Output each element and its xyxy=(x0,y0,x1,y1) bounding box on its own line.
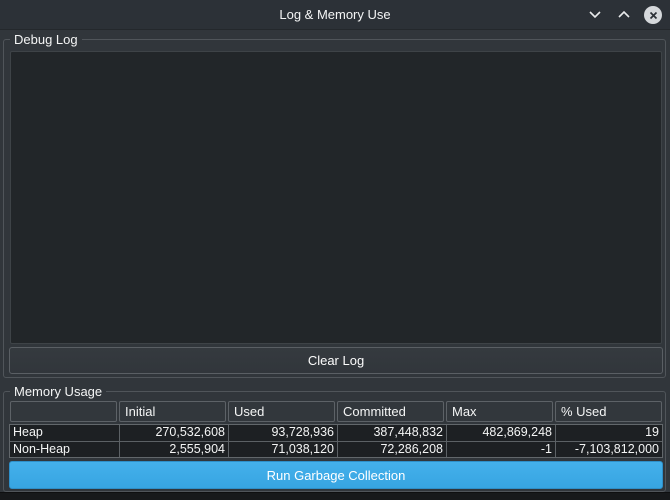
cell-nonheap-used[interactable]: 71,038,120 xyxy=(228,442,337,457)
table-row-nonheap[interactable]: Non-Heap 2,555,904 71,038,120 72,286,208… xyxy=(10,441,662,457)
cell-nonheap-max[interactable]: -1 xyxy=(446,442,555,457)
header-cell-committed[interactable]: Committed xyxy=(336,400,445,424)
cell-heap-max[interactable]: 482,869,248 xyxy=(446,425,555,441)
memory-usage-group: Memory Usage Initial Used Committed Max … xyxy=(3,384,666,492)
cell-nonheap-name[interactable]: Non-Heap xyxy=(10,442,119,457)
memory-usage-group-label: Memory Usage xyxy=(10,384,107,400)
debug-log-group: Debug Log Clear Log xyxy=(3,32,666,378)
header-cell-blank[interactable] xyxy=(9,400,118,424)
chevron-up-icon xyxy=(617,6,631,24)
header-cell-max[interactable]: Max xyxy=(445,400,554,424)
table-row-heap[interactable]: Heap 270,532,608 93,728,936 387,448,832 … xyxy=(10,425,662,441)
header-cell-percent-used[interactable]: % Used xyxy=(554,400,663,424)
minimize-button[interactable] xyxy=(586,6,604,24)
window-title: Log & Memory Use xyxy=(279,7,391,22)
close-button[interactable] xyxy=(644,6,662,24)
cell-heap-used[interactable]: 93,728,936 xyxy=(228,425,337,441)
cell-nonheap-initial[interactable]: 2,555,904 xyxy=(119,442,228,457)
header-cell-used[interactable]: Used xyxy=(227,400,336,424)
header-cell-initial[interactable]: Initial xyxy=(118,400,227,424)
titlebar[interactable]: Log & Memory Use xyxy=(0,0,670,30)
debug-log-textarea[interactable] xyxy=(10,51,662,344)
close-icon xyxy=(644,6,662,24)
run-garbage-collection-button[interactable]: Run Garbage Collection xyxy=(9,461,663,489)
titlebar-controls xyxy=(586,0,662,30)
cell-nonheap-committed[interactable]: 72,286,208 xyxy=(337,442,446,457)
debug-log-group-label: Debug Log xyxy=(10,32,82,48)
memory-table-body: Heap 270,532,608 93,728,936 387,448,832 … xyxy=(9,424,663,458)
chevron-down-icon xyxy=(588,6,602,24)
app-window: Log & Memory Use Debug Log Clear Log Mem… xyxy=(0,0,670,493)
maximize-button[interactable] xyxy=(615,6,633,24)
cell-heap-committed[interactable]: 387,448,832 xyxy=(337,425,446,441)
cell-heap-name[interactable]: Heap xyxy=(10,425,119,441)
memory-table: Initial Used Committed Max % Used Heap 2… xyxy=(9,400,663,458)
cell-heap-percent[interactable]: 19 xyxy=(555,425,662,441)
clear-log-button[interactable]: Clear Log xyxy=(9,347,663,374)
memory-table-header-row: Initial Used Committed Max % Used xyxy=(9,400,663,424)
cell-nonheap-percent[interactable]: -7,103,812,000 xyxy=(555,442,662,457)
cell-heap-initial[interactable]: 270,532,608 xyxy=(119,425,228,441)
